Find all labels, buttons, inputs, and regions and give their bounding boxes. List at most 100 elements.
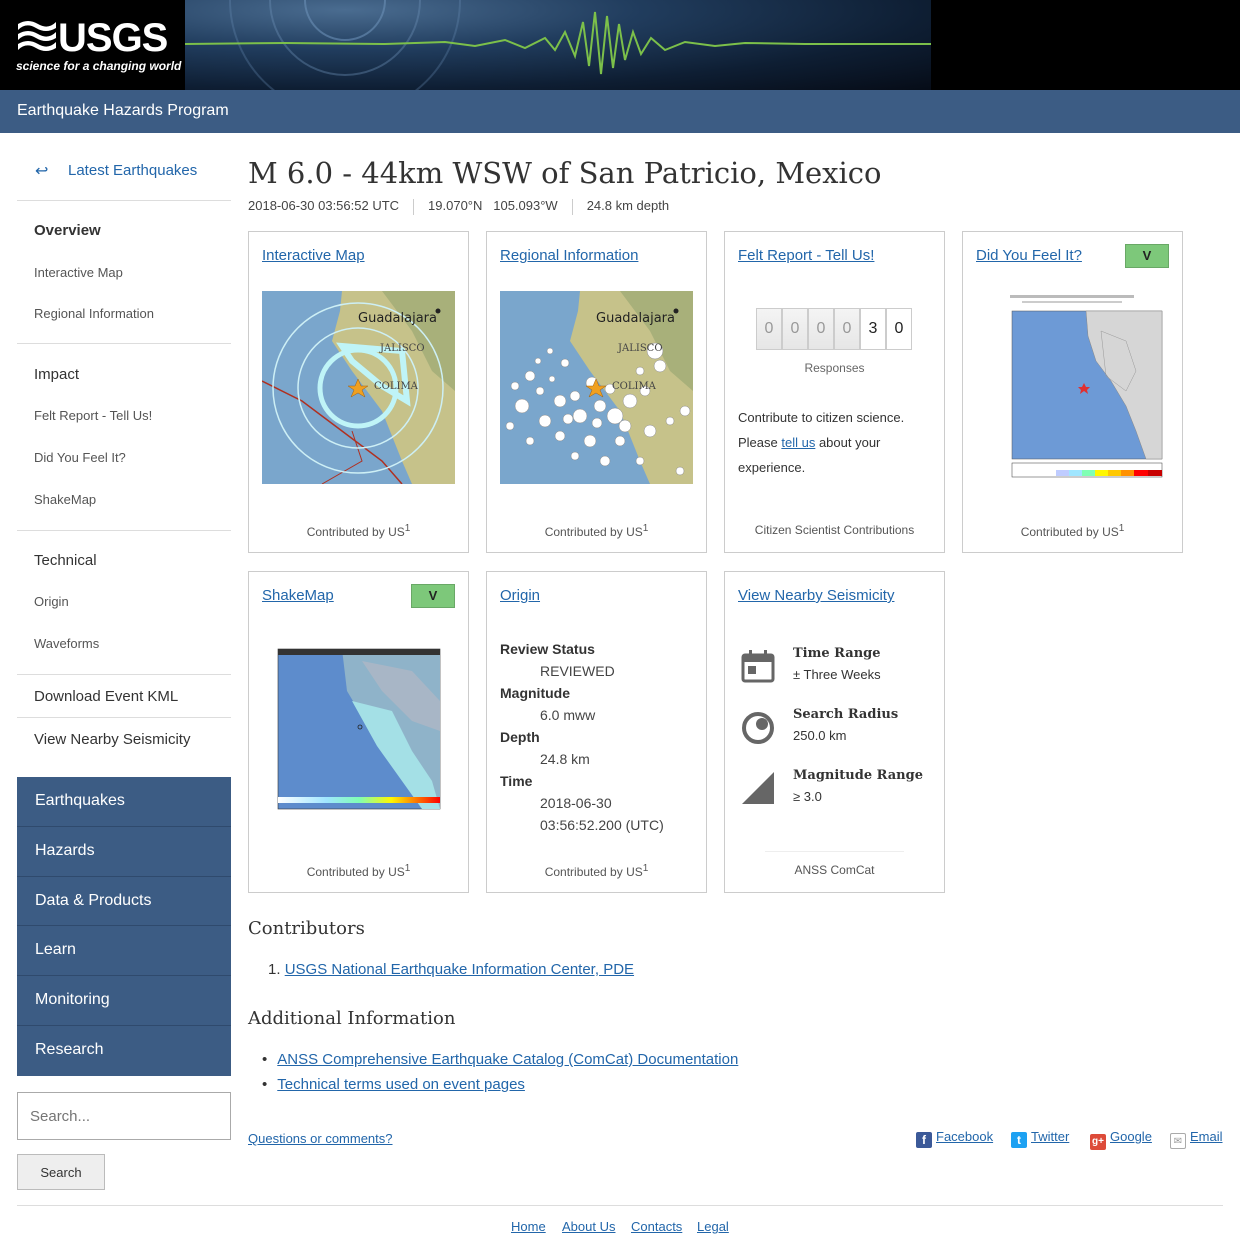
card-title[interactable]: Did You Feel It? xyxy=(976,247,1082,264)
map-label-city: Guadalajara xyxy=(358,311,437,326)
list-item: • Technical terms used on event pages xyxy=(262,1076,525,1093)
nav-learn[interactable]: Learn xyxy=(17,926,231,977)
search-radius-value: 250.0 km xyxy=(793,728,847,743)
sidebar-item-interactive-map[interactable]: Interactive Map xyxy=(34,265,123,280)
shakemap-thumbnail[interactable] xyxy=(262,631,455,824)
contributors-heading: Contributors xyxy=(248,918,365,939)
origin-value: 6.0 mww xyxy=(540,707,596,723)
origin-key: Depth xyxy=(500,729,540,745)
card-dyfi[interactable]: Did You Feel It? V Contributed by US1 xyxy=(962,231,1183,553)
footer-about-link[interactable]: About Us xyxy=(562,1219,615,1234)
footer-legal-link[interactable]: Legal xyxy=(697,1219,729,1234)
sidebar-item-shakemap[interactable]: ShakeMap xyxy=(34,492,96,507)
card-footer: Contributed by US1 xyxy=(306,863,411,879)
radius-target-icon xyxy=(742,712,774,744)
sidebar-item-regional-information[interactable]: Regional Information xyxy=(34,306,154,321)
counter-digit: 0 xyxy=(834,308,860,350)
sidebar-item-origin[interactable]: Origin xyxy=(34,594,69,609)
nav-monitoring[interactable]: Monitoring xyxy=(17,976,231,1026)
counter-digit: 0 xyxy=(756,308,782,350)
additional-info-heading: Additional Information xyxy=(248,1008,456,1029)
citizen-science-text: Contribute to citizen science. Please tel… xyxy=(738,410,905,475)
contributor-link[interactable]: USGS National Earthquake Information Cen… xyxy=(285,961,634,978)
footer-contacts-link[interactable]: Contacts xyxy=(631,1219,682,1234)
share-email[interactable]: ✉ Email xyxy=(1170,1129,1223,1149)
comcat-doc-link[interactable]: ANSS Comprehensive Earthquake Catalog (C… xyxy=(277,1051,738,1068)
logo-wordmark: USGS xyxy=(58,16,168,60)
event-time: 2018-06-30 03:56:52 UTC xyxy=(248,198,400,213)
origin-key: Magnitude xyxy=(500,685,570,701)
sidebar-divider xyxy=(17,343,231,344)
sidebar-item-impact[interactable]: Impact xyxy=(34,366,79,383)
sidebar-item-technical[interactable]: Technical xyxy=(34,552,97,569)
card-title[interactable]: View Nearby Seismicity xyxy=(738,587,894,604)
intensity-badge: V xyxy=(1125,244,1169,268)
card-felt-report[interactable]: Felt Report - Tell Us! 0 0 0 0 3 0 Respo… xyxy=(724,231,945,553)
intensity-badge: V xyxy=(411,584,455,608)
share-facebook[interactable]: f Facebook xyxy=(916,1129,993,1148)
card-interactive-map[interactable]: Interactive Map Guadalajara JALISCO COLI… xyxy=(248,231,469,553)
regional-map-thumbnail[interactable]: Guadalajara JALISCO COLIMA xyxy=(500,291,693,484)
event-depth: 24.8 km depth xyxy=(586,198,670,213)
search-button[interactable]: Search xyxy=(17,1154,105,1190)
map-label-state: COLIMA xyxy=(612,381,656,392)
email-icon: ✉ xyxy=(1170,1133,1186,1149)
card-title[interactable]: Regional Information xyxy=(500,247,638,264)
card-footer: Contributed by US1 xyxy=(544,863,649,879)
nav-earthquakes[interactable]: Earthquakes xyxy=(17,777,231,827)
card-title[interactable]: Interactive Map xyxy=(262,247,365,264)
sidebar-item-waveforms[interactable]: Waveforms xyxy=(34,636,99,651)
page-title: M 6.0 - 44km WSW of San Patricio, Mexico xyxy=(248,156,882,190)
usgs-logo[interactable]: USGS science for a changing world xyxy=(14,14,181,76)
nav-research[interactable]: Research xyxy=(17,1026,231,1076)
map-label-state: JALISCO xyxy=(380,343,425,354)
card-footer: ANSS ComCat xyxy=(794,863,875,877)
card-title[interactable]: Origin xyxy=(500,587,540,604)
logo-tagline: science for a changing world xyxy=(16,59,182,73)
return-arrow-icon: ↩ xyxy=(35,163,49,180)
nav-data-products[interactable]: Data & Products xyxy=(17,877,231,927)
google-plus-icon: g+ xyxy=(1090,1134,1106,1150)
card-shakemap[interactable]: ShakeMap V Contributed by US1 xyxy=(248,571,469,893)
sidebar-item-overview[interactable]: Overview xyxy=(34,222,101,239)
search-input[interactable] xyxy=(17,1092,231,1140)
nav-hazards[interactable]: Hazards xyxy=(17,827,231,877)
card-footer: Contributed by US1 xyxy=(544,523,649,539)
share-google[interactable]: g+ Google xyxy=(1090,1129,1152,1150)
dyfi-map-thumbnail[interactable] xyxy=(976,291,1169,484)
card-footer: Citizen Scientist Contributions xyxy=(754,523,915,537)
magnitude-range-value: ≥ 3.0 xyxy=(793,789,822,804)
counter-digit: 0 xyxy=(808,308,834,350)
card-origin[interactable]: Origin Review Status REVIEWED Magnitude … xyxy=(486,571,707,893)
program-title[interactable]: Earthquake Hazards Program xyxy=(17,102,229,120)
origin-value: 03:56:52.200 (UTC) xyxy=(540,817,664,833)
origin-details: Review Status REVIEWED Magnitude 6.0 mww… xyxy=(500,641,664,839)
event-summary: 2018-06-30 03:56:52 UTC 19.070°N 105.093°… xyxy=(248,198,669,215)
questions-link[interactable]: Questions or comments? xyxy=(248,1131,393,1146)
card-title[interactable]: ShakeMap xyxy=(262,587,334,604)
usgs-wave-icon xyxy=(18,21,56,51)
card-regional-information[interactable]: Regional Information Guadalajara JALISCO… xyxy=(486,231,707,553)
search-radius-label: Search Radius xyxy=(793,707,899,722)
time-range-label: Time Range xyxy=(793,646,881,661)
sidebar-item-nearby-seismicity[interactable]: View Nearby Seismicity xyxy=(34,731,190,748)
card-title[interactable]: Felt Report - Tell Us! xyxy=(738,247,874,264)
facebook-icon: f xyxy=(916,1132,932,1148)
share-twitter[interactable]: t Twitter xyxy=(1011,1129,1069,1148)
footer-divider xyxy=(17,1205,1223,1206)
counter-digit: 0 xyxy=(782,308,808,350)
sidebar-item-dyfi[interactable]: Did You Feel It? xyxy=(34,450,126,465)
sidebar-divider xyxy=(17,717,231,718)
sidebar-divider xyxy=(17,674,231,675)
footer-home-link[interactable]: Home xyxy=(511,1219,546,1234)
origin-key: Time xyxy=(500,773,533,789)
sidebar-item-download-kml[interactable]: Download Event KML xyxy=(34,688,178,705)
back-to-latest[interactable]: ↩ Latest Earthquakes xyxy=(17,157,231,201)
counter-digit: 0 xyxy=(886,308,912,350)
sidebar-item-felt-report[interactable]: Felt Report - Tell Us! xyxy=(34,408,152,423)
seismogram-banner xyxy=(185,0,931,90)
technical-terms-link[interactable]: Technical terms used on event pages xyxy=(277,1076,525,1093)
tell-us-link[interactable]: tell us xyxy=(781,435,815,450)
card-nearby-seismicity[interactable]: View Nearby Seismicity Time Range ± Thre… xyxy=(724,571,945,893)
interactive-map-thumbnail[interactable]: Guadalajara JALISCO COLIMA xyxy=(262,291,455,484)
